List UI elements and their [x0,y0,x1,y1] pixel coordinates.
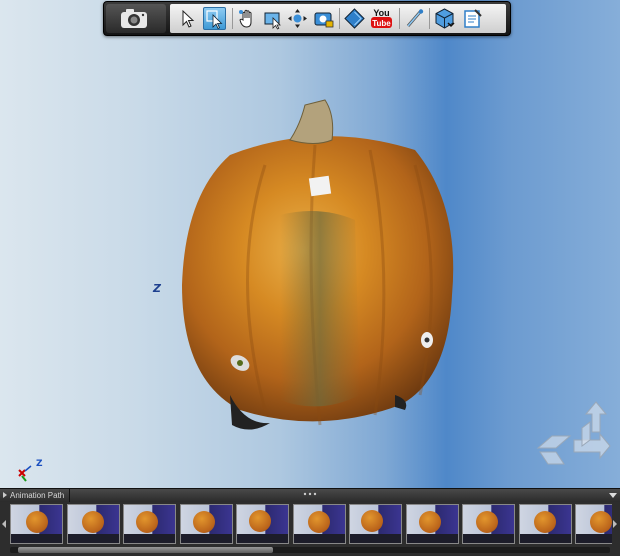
camera-button[interactable] [106,4,166,33]
keyframe-thumbnail[interactable] [179,504,233,544]
pan-hand-tool[interactable] [236,7,259,30]
thumbnail-shadow [406,534,458,543]
thumbnail-shadow [293,534,345,543]
keyframe-thumbnail[interactable] [236,504,289,544]
thumbnail-shadow [11,534,62,543]
scroll-right-icon[interactable] [613,520,617,528]
keyframe-thumbnail[interactable] [462,504,515,544]
animation-path-toggle[interactable]: Animation Path [3,489,70,502]
pumpkin-3d-model[interactable] [170,95,470,440]
thumbnail-pumpkin [307,511,330,533]
animation-path-header[interactable]: Animation Path [0,488,620,502]
notes-icon [464,9,482,28]
thumbnail-pumpkin [81,511,104,533]
tool-strip: You Tube [170,4,506,33]
thumbnail-shadow [350,534,401,543]
thumbnail-pumpkin [361,510,383,532]
thumbnail-pumpkin [476,511,498,533]
youtube-label-top: You [373,8,389,18]
frame-icon [264,12,281,30]
keyframe-thumbnail[interactable] [10,504,63,544]
orbit-tool[interactable] [286,7,309,30]
scene-cube-tool[interactable] [433,7,456,30]
main-toolbar: You Tube [103,1,511,36]
snapshot-lock-icon [314,12,334,28]
thumbnail-shadow [124,534,175,543]
thumbnail-pumpkin [136,511,158,533]
panel-menu-icon[interactable] [609,493,617,498]
thumbnail-shadow [180,534,232,543]
snapshot-lock-tool[interactable] [312,7,335,30]
keyframe-thumbnail[interactable] [575,504,612,544]
select-arrow-tool[interactable] [176,7,199,30]
notes-tool[interactable] [461,7,484,30]
keyframe-thumbnail[interactable] [518,504,572,544]
z-axis-label: Z [153,282,161,295]
keyframe-thumbnail[interactable] [349,504,402,544]
mini-axis-z: Z [36,459,43,469]
3d-viewport[interactable]: You Tube Z Z [0,0,620,488]
grip-dots-icon[interactable] [303,492,317,496]
keyframe-thumbnail[interactable] [292,504,346,544]
tag-tool[interactable] [343,7,366,30]
thumbnail-pumpkin [26,511,48,533]
orbit-icon [288,9,307,28]
navigation-arrows-icon[interactable] [534,400,612,470]
measure-icon [406,9,424,27]
youtube-icon: You Tube [371,8,392,28]
camera-icon [121,9,147,28]
expand-triangle-icon [3,492,7,498]
measure-tool[interactable] [403,7,426,30]
keyframe-thumbnail[interactable] [123,504,176,544]
thumbnail-strip [10,503,612,545]
scroll-left-icon[interactable] [2,520,6,528]
animation-path-title: Animation Path [10,491,65,500]
thumbnail-pumpkin [418,511,441,533]
axes-indicator-icon: Z [18,459,43,482]
select-arrow-icon [182,9,195,28]
thumbnail-pumpkin [192,511,215,533]
thumbnail-shadow [67,534,119,543]
orbit-select-icon [206,10,223,30]
pan-hand-icon [239,9,252,28]
frame-tool[interactable] [261,7,284,30]
scene-cube-icon [435,8,455,29]
thumbnail-shadow [576,534,612,543]
thumbnail-pumpkin [590,511,612,533]
thumbnail-pumpkin [249,510,271,532]
thumbnail-shadow [237,534,288,543]
youtube-button[interactable]: You Tube [369,7,394,30]
youtube-label-bottom: Tube [372,19,391,28]
thumbnail-scrollbar[interactable] [10,547,610,553]
animation-path-panel: Animation Path [0,488,620,556]
thumbnail-pumpkin [533,511,556,533]
scrollbar-thumb[interactable] [18,547,273,553]
keyframe-thumbnail[interactable] [66,504,120,544]
keyframe-thumbnail[interactable] [405,504,459,544]
thumbnail-shadow [463,534,514,543]
thumbnail-shadow [519,534,571,543]
tag-icon [344,8,365,29]
orbit-select-tool[interactable] [203,7,226,30]
